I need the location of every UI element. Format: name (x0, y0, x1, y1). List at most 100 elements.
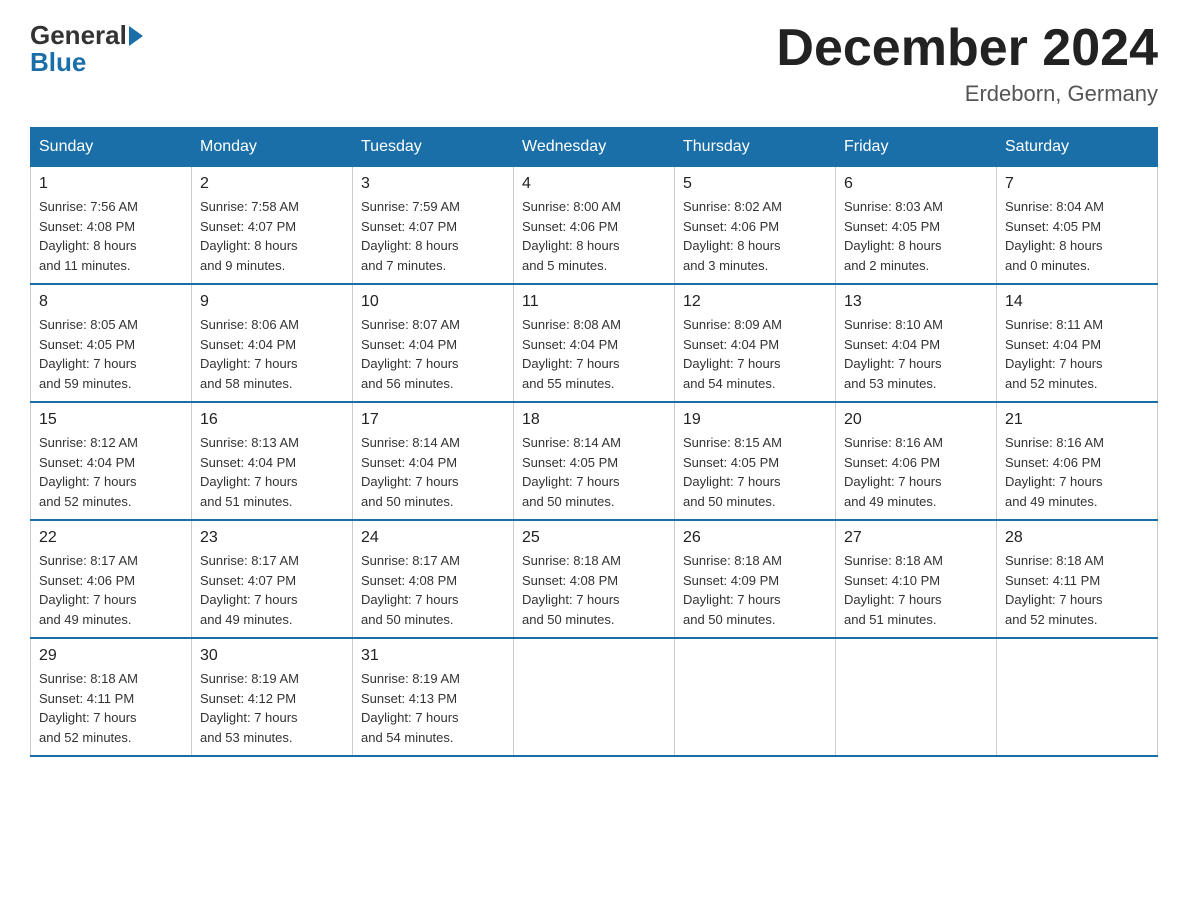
title-section: December 2024 Erdeborn, Germany (776, 20, 1158, 107)
logo-blue-text: Blue (30, 47, 86, 78)
day-number: 13 (844, 293, 988, 311)
day-cell: 28Sunrise: 8:18 AMSunset: 4:11 PMDayligh… (997, 520, 1158, 638)
day-info: Sunrise: 8:05 AMSunset: 4:05 PMDaylight:… (39, 315, 183, 393)
day-info: Sunrise: 8:18 AMSunset: 4:08 PMDaylight:… (522, 551, 666, 629)
day-cell: 30Sunrise: 8:19 AMSunset: 4:12 PMDayligh… (192, 638, 353, 756)
day-cell: 31 Sunrise: 8:19 AMSunset: 4:13 PMDayligh… (353, 638, 514, 756)
week-row-1: 1Sunrise: 7:56 AMSunset: 4:08 PMDaylight… (31, 167, 1158, 285)
day-cell (997, 638, 1158, 756)
day-info: Sunrise: 8:09 AMSunset: 4:04 PMDaylight:… (683, 315, 827, 393)
day-cell: 18 Sunrise: 8:14 AMSunset: 4:05 PMDayligh… (514, 402, 675, 520)
day-info: Sunrise: 8:18 AMSunset: 4:09 PMDaylight:… (683, 551, 827, 629)
logo: General Blue (30, 20, 143, 78)
calendar-title: December 2024 (776, 20, 1158, 77)
day-info: Sunrise: 8:14 AMSunset: 4:04 PMDaylight:… (361, 433, 505, 511)
day-number: 31 (361, 647, 505, 665)
day-info: Sunrise: 8:10 AMSunset: 4:04 PMDaylight:… (844, 315, 988, 393)
day-cell: 15 Sunrise: 8:12 AMSunset: 4:04 PMDayligh… (31, 402, 192, 520)
header-sunday: Sunday (31, 128, 192, 167)
day-number: 21 (1005, 411, 1149, 429)
day-number: 5 (683, 175, 827, 193)
day-number: 11 (522, 293, 666, 311)
day-info: Sunrise: 7:58 AMSunset: 4:07 PMDaylight:… (200, 197, 344, 275)
weekday-header-row: SundayMondayTuesdayWednesdayThursdayFrid… (31, 128, 1158, 167)
day-number: 16 (200, 411, 344, 429)
week-row-2: 8 Sunrise: 8:05 AMSunset: 4:05 PMDaylight… (31, 284, 1158, 402)
day-info: Sunrise: 8:04 AMSunset: 4:05 PMDaylight:… (1005, 197, 1149, 275)
day-info: Sunrise: 8:18 AMSunset: 4:11 PMDaylight:… (39, 669, 183, 747)
day-number: 3 (361, 175, 505, 193)
day-info: Sunrise: 8:17 AMSunset: 4:06 PMDaylight:… (39, 551, 183, 629)
day-info: Sunrise: 8:16 AMSunset: 4:06 PMDaylight:… (844, 433, 988, 511)
day-cell (836, 638, 997, 756)
day-cell: 27Sunrise: 8:18 AMSunset: 4:10 PMDayligh… (836, 520, 997, 638)
day-cell: 1Sunrise: 7:56 AMSunset: 4:08 PMDaylight… (31, 167, 192, 285)
day-cell: 10Sunrise: 8:07 AMSunset: 4:04 PMDayligh… (353, 284, 514, 402)
day-number: 26 (683, 529, 827, 547)
day-cell: 7Sunrise: 8:04 AMSunset: 4:05 PMDaylight… (997, 167, 1158, 285)
week-row-4: 22 Sunrise: 8:17 AMSunset: 4:06 PMDayligh… (31, 520, 1158, 638)
day-info: Sunrise: 8:02 AMSunset: 4:06 PMDaylight:… (683, 197, 827, 275)
day-cell: 2Sunrise: 7:58 AMSunset: 4:07 PMDaylight… (192, 167, 353, 285)
day-info: Sunrise: 8:17 AMSunset: 4:08 PMDaylight:… (361, 551, 505, 629)
day-cell: 17 Sunrise: 8:14 AMSunset: 4:04 PMDayligh… (353, 402, 514, 520)
day-cell (514, 638, 675, 756)
day-cell: 23 Sunrise: 8:17 AMSunset: 4:07 PMDayligh… (192, 520, 353, 638)
day-cell: 29 Sunrise: 8:18 AMSunset: 4:11 PMDayligh… (31, 638, 192, 756)
header-tuesday: Tuesday (353, 128, 514, 167)
calendar-table: SundayMondayTuesdayWednesdayThursdayFrid… (30, 127, 1158, 757)
day-info: Sunrise: 8:17 AMSunset: 4:07 PMDaylight:… (200, 551, 344, 629)
day-info: Sunrise: 8:11 AMSunset: 4:04 PMDaylight:… (1005, 315, 1149, 393)
day-info: Sunrise: 7:59 AMSunset: 4:07 PMDaylight:… (361, 197, 505, 275)
header-monday: Monday (192, 128, 353, 167)
day-info: Sunrise: 8:12 AMSunset: 4:04 PMDaylight:… (39, 433, 183, 511)
calendar-subtitle: Erdeborn, Germany (776, 81, 1158, 107)
day-info: Sunrise: 8:15 AMSunset: 4:05 PMDaylight:… (683, 433, 827, 511)
day-number: 23 (200, 529, 344, 547)
day-number: 28 (1005, 529, 1149, 547)
day-number: 18 (522, 411, 666, 429)
day-cell: 20 Sunrise: 8:16 AMSunset: 4:06 PMDayligh… (836, 402, 997, 520)
day-cell: 26 Sunrise: 8:18 AMSunset: 4:09 PMDayligh… (675, 520, 836, 638)
day-cell: 13 Sunrise: 8:10 AMSunset: 4:04 PMDayligh… (836, 284, 997, 402)
header-friday: Friday (836, 128, 997, 167)
day-number: 9 (200, 293, 344, 311)
day-info: Sunrise: 8:13 AMSunset: 4:04 PMDaylight:… (200, 433, 344, 511)
day-info: Sunrise: 8:08 AMSunset: 4:04 PMDaylight:… (522, 315, 666, 393)
day-info: Sunrise: 8:18 AMSunset: 4:10 PMDaylight:… (844, 551, 988, 629)
week-row-5: 29 Sunrise: 8:18 AMSunset: 4:11 PMDayligh… (31, 638, 1158, 756)
day-cell: 24 Sunrise: 8:17 AMSunset: 4:08 PMDayligh… (353, 520, 514, 638)
day-number: 22 (39, 529, 183, 547)
day-number: 29 (39, 647, 183, 665)
day-cell: 5 Sunrise: 8:02 AMSunset: 4:06 PMDaylight… (675, 167, 836, 285)
day-number: 10 (361, 293, 505, 311)
day-cell: 14Sunrise: 8:11 AMSunset: 4:04 PMDayligh… (997, 284, 1158, 402)
logo-arrow-icon (129, 26, 143, 46)
day-cell: 11 Sunrise: 8:08 AMSunset: 4:04 PMDayligh… (514, 284, 675, 402)
day-number: 20 (844, 411, 988, 429)
day-cell: 19 Sunrise: 8:15 AMSunset: 4:05 PMDayligh… (675, 402, 836, 520)
day-cell: 4Sunrise: 8:00 AMSunset: 4:06 PMDaylight… (514, 167, 675, 285)
day-cell: 16 Sunrise: 8:13 AMSunset: 4:04 PMDayligh… (192, 402, 353, 520)
day-info: Sunrise: 8:19 AMSunset: 4:12 PMDaylight:… (200, 669, 344, 747)
day-cell: 21Sunrise: 8:16 AMSunset: 4:06 PMDayligh… (997, 402, 1158, 520)
day-info: Sunrise: 8:19 AMSunset: 4:13 PMDaylight:… (361, 669, 505, 747)
header-thursday: Thursday (675, 128, 836, 167)
header-wednesday: Wednesday (514, 128, 675, 167)
day-info: Sunrise: 8:00 AMSunset: 4:06 PMDaylight:… (522, 197, 666, 275)
day-number: 24 (361, 529, 505, 547)
day-cell: 3 Sunrise: 7:59 AMSunset: 4:07 PMDaylight… (353, 167, 514, 285)
day-number: 15 (39, 411, 183, 429)
page-header: General Blue December 2024 Erdeborn, Ger… (30, 20, 1158, 107)
day-number: 19 (683, 411, 827, 429)
day-cell: 25Sunrise: 8:18 AMSunset: 4:08 PMDayligh… (514, 520, 675, 638)
header-saturday: Saturday (997, 128, 1158, 167)
day-info: Sunrise: 8:14 AMSunset: 4:05 PMDaylight:… (522, 433, 666, 511)
day-number: 6 (844, 175, 988, 193)
day-number: 12 (683, 293, 827, 311)
day-cell: 22 Sunrise: 8:17 AMSunset: 4:06 PMDayligh… (31, 520, 192, 638)
day-number: 8 (39, 293, 183, 311)
day-info: Sunrise: 7:56 AMSunset: 4:08 PMDaylight:… (39, 197, 183, 275)
week-row-3: 15 Sunrise: 8:12 AMSunset: 4:04 PMDayligh… (31, 402, 1158, 520)
day-number: 17 (361, 411, 505, 429)
